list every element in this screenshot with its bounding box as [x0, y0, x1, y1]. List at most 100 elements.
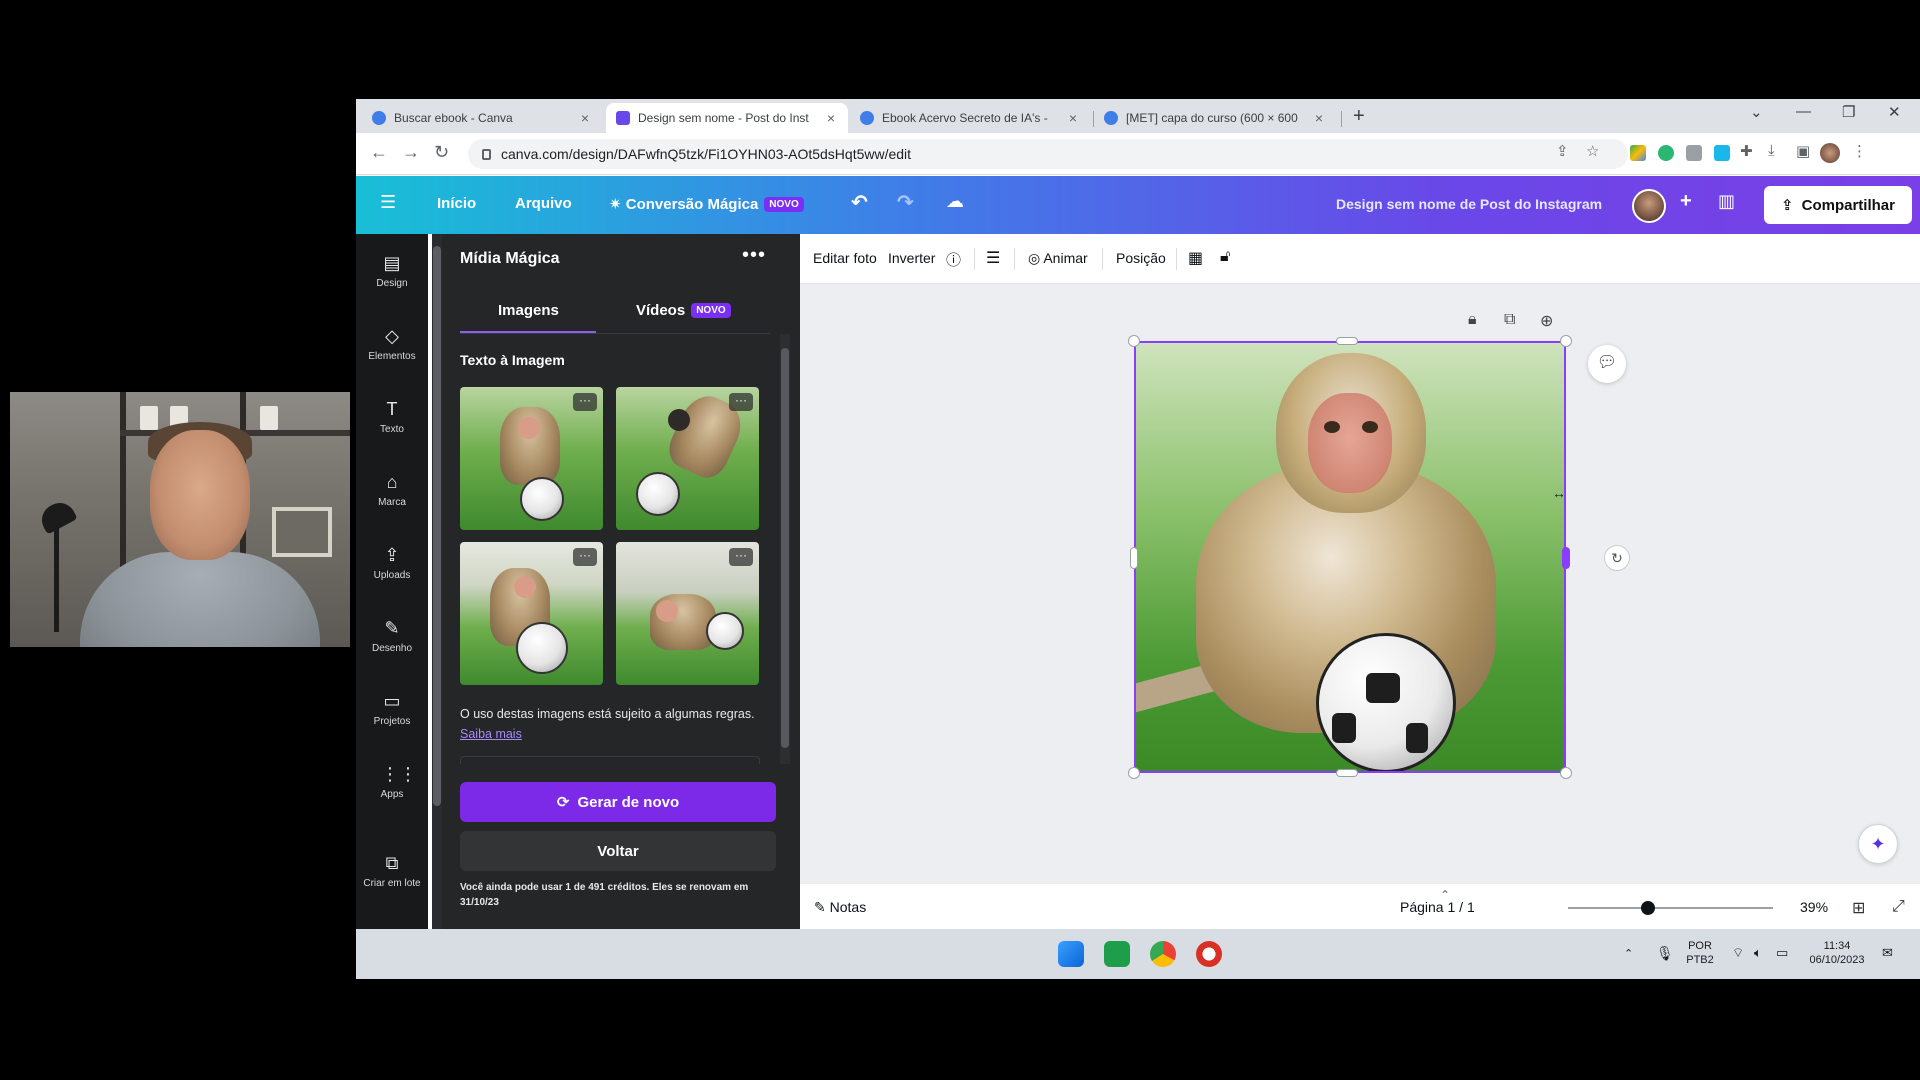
menu-inicio[interactable]: Início — [437, 195, 476, 212]
info-icon[interactable]: ⓘ — [946, 249, 961, 270]
download-icon[interactable]: ⤓ — [1768, 142, 1775, 159]
puzzle-extensions-icon[interactable]: ✚ — [1740, 142, 1753, 160]
invert-button[interactable]: Inverter — [888, 250, 935, 266]
bookmark-star-icon[interactable]: ☆ — [1586, 142, 1599, 160]
rail-item-desenho[interactable]: ✎ Desenho — [356, 617, 428, 654]
close-tab-icon[interactable]: × — [824, 110, 838, 126]
reload-icon[interactable]: ↻ — [434, 142, 449, 163]
chrome-profile-app-icon[interactable] — [1196, 941, 1222, 967]
rail-item-design[interactable]: ▤ Design — [356, 252, 428, 289]
tab-design-sem-nome[interactable]: Design sem nome - Post do Inst × — [606, 103, 848, 133]
forward-arrow-icon[interactable]: → — [402, 142, 420, 163]
resize-handle-right[interactable] — [1562, 547, 1570, 569]
evernote-app-icon[interactable] — [1104, 941, 1130, 967]
close-tab-icon[interactable]: × — [1066, 110, 1080, 126]
close-tab-icon[interactable]: × — [1312, 110, 1326, 126]
tab-buscar-ebook[interactable]: Buscar ebook - Canva × — [362, 103, 602, 133]
generated-image-3[interactable]: ··· — [460, 542, 603, 685]
url-input[interactable]: canva.com/design/DAFwfnQ5tzk/Fi1OYHN03-A… — [468, 139, 1628, 169]
duplicate-element-icon[interactable]: ⧉ — [1504, 311, 1515, 329]
resize-handle-top[interactable] — [1336, 337, 1358, 345]
insights-chart-icon[interactable]: ▥ — [1718, 191, 1735, 212]
close-tab-icon[interactable]: × — [578, 110, 592, 126]
zoom-value[interactable]: 39% — [1800, 899, 1828, 915]
animate-button[interactable]: ◎ Animar — [1028, 250, 1088, 267]
vimeo-extension-icon[interactable] — [1714, 145, 1730, 161]
image-more-icon[interactable]: ··· — [573, 548, 597, 566]
avatar[interactable] — [1632, 189, 1666, 223]
generated-image-2[interactable]: ··· — [616, 387, 759, 530]
lock-icon[interactable]: 🔓︎ — [1220, 248, 1230, 266]
comment-icon[interactable]: 💬︎ — [1588, 345, 1626, 383]
fullscreen-icon[interactable]: ⤢ — [1892, 898, 1905, 916]
redo-icon[interactable]: ↷ — [897, 190, 914, 215]
image-more-icon[interactable]: ··· — [729, 393, 753, 411]
tab-met-capa[interactable]: [MET] capa do curso (600 × 600 × — [1094, 103, 1336, 133]
restore-icon[interactable]: ❐ — [1842, 103, 1855, 121]
menu-conversao-magica[interactable]: ✷ Conversão Mágica NOVO — [609, 195, 804, 213]
saiba-mais-link[interactable]: Saiba mais — [460, 727, 522, 741]
share-page-icon[interactable]: ⇪ — [1556, 142, 1569, 160]
rotate-icon[interactable]: ↻ — [1604, 545, 1630, 571]
resize-handle-tr[interactable] — [1560, 335, 1572, 347]
resize-handle-bottom[interactable] — [1336, 769, 1358, 777]
rail-item-marca[interactable]: ⌂ Marca — [356, 471, 428, 508]
drive-extension-icon[interactable] — [1630, 145, 1646, 161]
keyboard-language[interactable]: POR PTB2 — [1682, 939, 1718, 967]
battery-icon[interactable]: ▭ — [1776, 946, 1788, 960]
share-button[interactable]: ⇪ Compartilhar — [1764, 186, 1912, 224]
rail-item-elementos[interactable]: ◇ Elementos — [356, 325, 428, 362]
resize-handle-tl[interactable] — [1128, 335, 1140, 347]
edit-photo-button[interactable]: Editar foto — [813, 250, 877, 266]
page-indicator[interactable]: Página 1 / 1 — [1400, 899, 1475, 915]
tray-chevron-icon[interactable]: ⌃ — [1624, 947, 1633, 961]
generated-image-4[interactable]: ··· — [616, 542, 759, 685]
menu-arquivo[interactable]: Arquivo — [515, 195, 572, 212]
chrome-app-icon[interactable] — [1150, 941, 1176, 967]
extension-icon[interactable] — [1686, 145, 1702, 161]
undo-icon[interactable]: ↶ — [851, 190, 868, 215]
rail-item-uploads[interactable]: ⇪ Uploads — [356, 544, 428, 581]
panel-scrollbar[interactable] — [780, 334, 790, 764]
generated-image-1[interactable]: ··· — [460, 387, 603, 530]
clock[interactable]: 11:34 06/10/2023 — [1802, 939, 1872, 967]
extension-icon[interactable] — [1658, 145, 1674, 161]
resize-handle-br[interactable] — [1560, 767, 1572, 779]
magic-assistant-icon[interactable]: ✦ — [1858, 824, 1898, 864]
tab-ebook-acervo[interactable]: Ebook Acervo Secreto de IA's - × — [850, 103, 1090, 133]
rail-item-texto[interactable]: T Texto — [356, 398, 428, 435]
tab-videos[interactable]: Vídeos NOVO — [636, 302, 731, 319]
resize-handle-left[interactable] — [1130, 547, 1138, 569]
microphone-icon[interactable]: 🎙︎ — [1656, 946, 1674, 960]
rail-item-criar-em-lote[interactable]: ⧉ Criar em lote — [356, 852, 428, 889]
notes-button[interactable]: ✎ Notas — [814, 899, 866, 916]
image-more-icon[interactable]: ··· — [729, 548, 753, 566]
volume-icon[interactable]: 🔈︎ — [1754, 946, 1762, 960]
design-title[interactable]: Design sem nome de Post do Instagram — [1336, 196, 1602, 212]
resize-handle-bl[interactable] — [1128, 767, 1140, 779]
browser-menu-icon[interactable]: ⋮ — [1852, 142, 1867, 160]
new-tab-button[interactable]: + — [1353, 105, 1365, 128]
monkey-image[interactable] — [1134, 341, 1566, 773]
close-window-icon[interactable]: ✕ — [1888, 103, 1901, 121]
lock-element-icon[interactable]: 🔒︎ — [1468, 311, 1477, 329]
rail-scrollbar[interactable] — [432, 234, 442, 979]
zoom-slider-knob[interactable] — [1640, 901, 1655, 915]
zoom-slider[interactable] — [1568, 907, 1773, 909]
wifi-icon[interactable]: ⌔ — [1732, 946, 1744, 960]
border-style-icon[interactable]: ☰ — [986, 248, 1000, 268]
rail-item-apps[interactable]: ⋮⋮ Apps — [356, 763, 428, 800]
tab-search-icon[interactable]: ⌄ — [1750, 103, 1763, 121]
tab-imagens[interactable]: Imagens — [498, 302, 559, 319]
minimize-icon[interactable]: — — [1796, 103, 1811, 120]
position-button[interactable]: Posição — [1116, 250, 1166, 266]
add-collaborator-button[interactable]: + — [1680, 190, 1692, 213]
generate-again-button[interactable]: ⟳ Gerar de novo — [460, 782, 776, 822]
profile-avatar[interactable] — [1820, 143, 1840, 163]
windows-start-icon[interactable] — [1058, 941, 1084, 967]
back-button[interactable]: Voltar — [460, 831, 776, 871]
image-more-icon[interactable]: ··· — [573, 393, 597, 411]
notifications-icon[interactable]: ✉ — [1882, 946, 1893, 960]
transparency-icon[interactable]: ▦ — [1188, 248, 1203, 268]
grid-view-icon[interactable]: ⊞ — [1852, 898, 1865, 918]
